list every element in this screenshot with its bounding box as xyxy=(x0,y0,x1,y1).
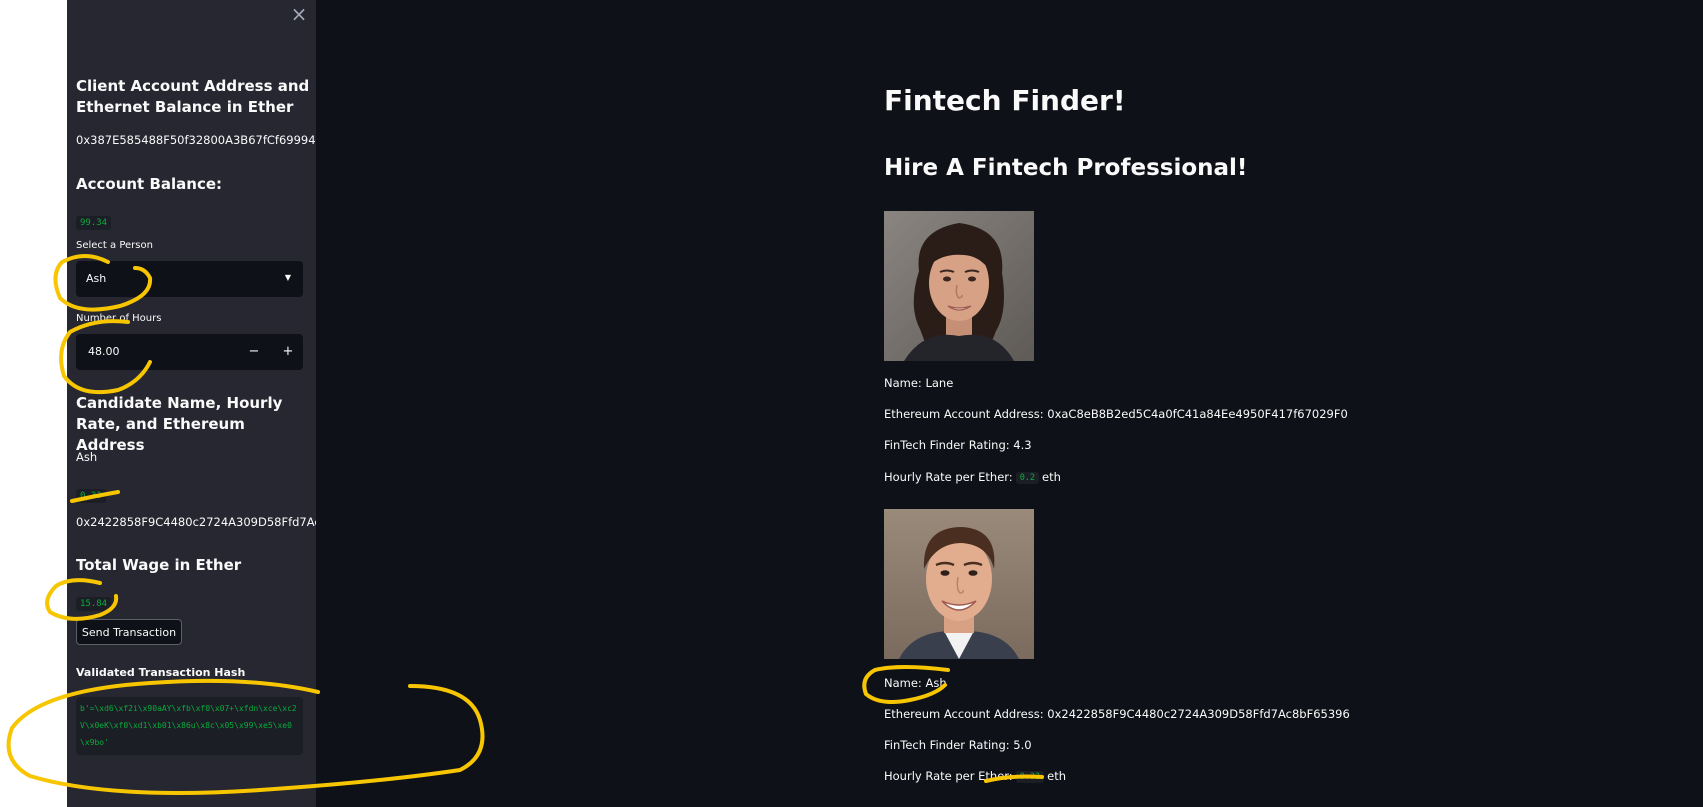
send-transaction-button[interactable]: Send Transaction xyxy=(76,619,182,645)
plus-icon[interactable]: + xyxy=(271,334,305,370)
chevron-down-icon: ▼ xyxy=(284,273,291,282)
sidebar: × Client Account Address and Ethernet Ba… xyxy=(67,0,316,807)
page-title: Fintech Finder! xyxy=(884,84,1126,117)
wage-value: 15.84 xyxy=(76,597,112,611)
rate-label: Hourly Rate per Ether: xyxy=(884,769,1013,783)
balance-value-chip: 99.34 xyxy=(76,210,112,230)
candidate-rate: 0.33 xyxy=(76,489,106,503)
page-subtitle: Hire A Fintech Professional! xyxy=(884,155,1248,181)
select-person-label: Select a Person xyxy=(76,240,153,251)
candidate-photo xyxy=(884,509,1034,659)
balance-value: 99.34 xyxy=(76,216,112,230)
rate-value: 0.2 xyxy=(1015,472,1040,484)
app-window: × Client Account Address and Ethernet Ba… xyxy=(0,0,1703,807)
minus-icon[interactable]: − xyxy=(237,334,271,370)
person-select[interactable]: Ash ▼ xyxy=(76,261,303,297)
hours-value[interactable]: 48.00 xyxy=(88,345,120,358)
hours-stepper[interactable]: 48.00 − + xyxy=(76,334,303,370)
transaction-hash: b'=\xd6\xf2i\x90aAY\xfb\xf0\x07+\xfdn\xc… xyxy=(76,697,303,755)
candidate-2-rating: FinTech Finder Rating: 5.0 xyxy=(884,738,1032,752)
rate-label: Hourly Rate per Ether: xyxy=(884,470,1013,484)
candidate-heading: Candidate Name, Hourly Rate, and Ethereu… xyxy=(76,394,283,454)
candidate-1-rate: Hourly Rate per Ether: 0.2 eth xyxy=(884,470,1061,484)
hours-label: Number of Hours xyxy=(76,313,162,324)
candidate-address: 0x2422858F9C4480c2724A309D58Ffd7Ac8bF653… xyxy=(76,515,316,529)
candidate-rate-chip: 0.33 xyxy=(76,483,106,503)
rate-unit: eth xyxy=(1042,470,1061,484)
candidate-2-name: Name: Ash xyxy=(884,676,947,690)
rate-value: 0.33 xyxy=(1015,771,1045,783)
candidate-2-address: Ethereum Account Address: 0x2422858F9C44… xyxy=(884,707,1350,721)
account-heading: Client Account Address and Ethernet Bala… xyxy=(76,77,310,116)
balance-heading: Account Balance: xyxy=(76,175,223,193)
candidate-name: Ash xyxy=(76,450,98,464)
hash-heading: Validated Transaction Hash xyxy=(76,666,246,679)
account-address: 0x387E585488F50f32800A3B67fCf69994cA8540… xyxy=(76,133,316,147)
candidate-1-rating: FinTech Finder Rating: 4.3 xyxy=(884,438,1032,452)
person-select-value: Ash xyxy=(86,272,107,285)
wage-value-chip: 15.84 xyxy=(76,591,112,611)
candidate-photo xyxy=(884,211,1034,361)
white-margin xyxy=(0,0,67,807)
candidate-2-rate: Hourly Rate per Ether: 0.33 eth xyxy=(884,769,1066,783)
wage-heading: Total Wage in Ether xyxy=(76,556,242,574)
close-icon[interactable]: × xyxy=(287,2,311,26)
candidate-1-name: Name: Lane xyxy=(884,376,954,390)
main-content: Fintech Finder! Hire A Fintech Professio… xyxy=(316,0,1703,807)
rate-unit: eth xyxy=(1047,769,1067,783)
candidate-1-address: Ethereum Account Address: 0xaC8eB8B2ed5C… xyxy=(884,407,1348,421)
